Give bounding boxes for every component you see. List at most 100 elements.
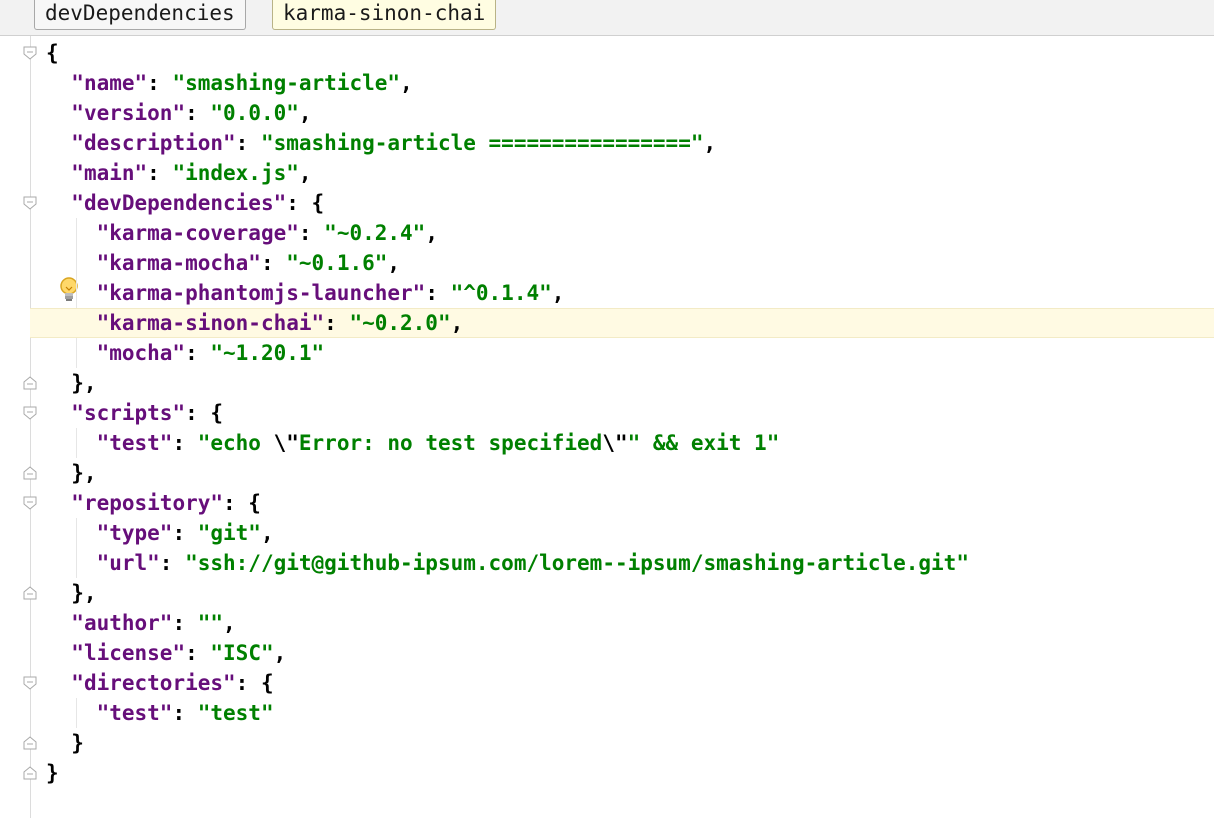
code-line[interactable]: "author": "", — [46, 608, 236, 638]
code-line[interactable]: "url": "ssh://git@github-ipsum.com/lorem… — [46, 548, 969, 578]
json-punctuation: }, — [46, 581, 97, 605]
json-punctuation: : — [172, 431, 198, 455]
json-punctuation: : — [425, 281, 451, 305]
code-line[interactable]: "type": "git", — [46, 518, 274, 548]
json-string: "^0.1.4" — [450, 281, 552, 305]
json-key: "description" — [71, 131, 236, 155]
fold-marker-icon[interactable] — [22, 405, 38, 421]
code-line[interactable]: }, — [46, 368, 97, 398]
json-punctuation: , — [400, 71, 413, 95]
json-punctuation: }, — [46, 461, 97, 485]
json-punctuation: : — [147, 71, 173, 95]
code-line[interactable]: "karma-sinon-chai": "~0.2.0", — [46, 308, 464, 338]
json-punctuation — [46, 191, 71, 215]
code-line[interactable]: }, — [46, 458, 97, 488]
json-punctuation: : — [172, 521, 198, 545]
json-string: "smashing-article" — [172, 71, 401, 95]
fold-marker-icon[interactable] — [22, 765, 38, 781]
json-punctuation: : — [147, 161, 173, 185]
json-punctuation: }, — [46, 371, 97, 395]
json-key: "karma-coverage" — [96, 221, 299, 245]
json-string: "ssh://git@github-ipsum.com/lorem--ipsum… — [185, 551, 969, 575]
json-punctuation — [46, 131, 71, 155]
code-line[interactable]: { — [46, 38, 59, 68]
json-key: "url" — [96, 551, 160, 575]
code-editor[interactable]: { "name": "smashing-article", "version":… — [30, 36, 1214, 818]
json-punctuation: , — [387, 251, 401, 275]
code-line[interactable]: "test": "test" — [46, 698, 274, 728]
json-punctuation: , — [223, 611, 236, 635]
json-key: "test" — [96, 701, 173, 725]
json-string: "echo — [197, 431, 274, 455]
code-line[interactable]: "name": "smashing-article", — [46, 68, 413, 98]
json-string: "~1.20.1" — [210, 341, 325, 365]
json-punctuation: : { — [235, 671, 274, 695]
json-punctuation: : — [185, 341, 211, 365]
json-punctuation — [46, 641, 71, 665]
json-punctuation: : — [260, 251, 287, 275]
editor-gutter[interactable] — [0, 36, 42, 818]
json-punctuation — [46, 251, 97, 275]
code-line[interactable]: "mocha": "~1.20.1" — [46, 338, 325, 368]
json-key: "karma-mocha" — [96, 251, 261, 275]
code-line[interactable]: "karma-phantomjs-launcher": "^0.1.4", — [46, 278, 565, 308]
json-punctuation: \" — [273, 431, 299, 455]
fold-marker-icon[interactable] — [22, 465, 38, 481]
json-punctuation: : { — [286, 191, 325, 215]
json-punctuation: { — [46, 41, 59, 65]
json-punctuation: , — [298, 161, 312, 185]
json-punctuation: } — [46, 731, 84, 755]
json-key: "type" — [96, 521, 173, 545]
code-line[interactable]: } — [46, 728, 84, 758]
code-line[interactable]: "devDependencies": { — [46, 188, 324, 218]
json-punctuation — [46, 521, 97, 545]
code-line[interactable]: "scripts": { — [46, 398, 223, 428]
fold-marker-icon[interactable] — [22, 45, 38, 61]
code-line[interactable]: "karma-mocha": "~0.1.6", — [46, 248, 400, 278]
json-punctuation — [46, 431, 97, 455]
gutter-separator — [30, 36, 31, 818]
breadcrumb-item-devdependencies[interactable]: devDependencies — [34, 0, 246, 30]
code-line[interactable]: } — [46, 758, 59, 788]
fold-marker-icon[interactable] — [22, 195, 38, 211]
json-punctuation: , — [551, 281, 565, 305]
fold-marker-icon[interactable] — [22, 735, 38, 751]
code-line[interactable]: "repository": { — [46, 488, 261, 518]
json-string: Error: no test specified — [298, 431, 603, 455]
json-key: "license" — [71, 641, 186, 665]
json-punctuation — [46, 101, 71, 125]
json-key: "test" — [96, 431, 173, 455]
fold-marker-icon[interactable] — [22, 675, 38, 691]
json-key: "author" — [71, 611, 173, 635]
json-string: "ISC" — [210, 641, 274, 665]
json-punctuation: : — [172, 701, 198, 725]
json-punctuation: : — [185, 641, 211, 665]
json-key: "karma-sinon-chai" — [96, 311, 325, 335]
json-punctuation — [46, 221, 97, 245]
json-punctuation: } — [46, 761, 59, 785]
json-punctuation: , — [450, 311, 464, 335]
json-key: "mocha" — [96, 341, 186, 365]
code-line[interactable]: "test": "echo \"Error: no test specified… — [46, 428, 780, 458]
json-punctuation — [46, 671, 71, 695]
code-line[interactable]: }, — [46, 578, 97, 608]
code-line[interactable]: "version": "0.0.0", — [46, 98, 311, 128]
breadcrumb-item-karma-sinon-chai[interactable]: karma-sinon-chai — [272, 0, 497, 30]
json-punctuation: , — [703, 131, 717, 155]
json-punctuation: : — [298, 221, 325, 245]
json-string: "" — [197, 611, 224, 635]
code-line[interactable]: "karma-coverage": "~0.2.4", — [46, 218, 438, 248]
json-punctuation — [46, 401, 71, 425]
json-punctuation: : — [159, 551, 186, 575]
code-line[interactable]: "description": "smashing-article =======… — [46, 128, 716, 158]
fold-marker-icon[interactable] — [22, 375, 38, 391]
code-line[interactable]: "main": "index.js", — [46, 158, 312, 188]
json-string: "test" — [197, 701, 274, 725]
json-string: "~0.2.4" — [324, 221, 426, 245]
code-line[interactable]: "license": "ISC", — [46, 638, 286, 668]
json-string: "~0.1.6" — [286, 251, 388, 275]
json-punctuation — [46, 701, 97, 725]
code-line[interactable]: "directories": { — [46, 668, 274, 698]
fold-marker-icon[interactable] — [22, 495, 38, 511]
fold-marker-icon[interactable] — [22, 585, 38, 601]
